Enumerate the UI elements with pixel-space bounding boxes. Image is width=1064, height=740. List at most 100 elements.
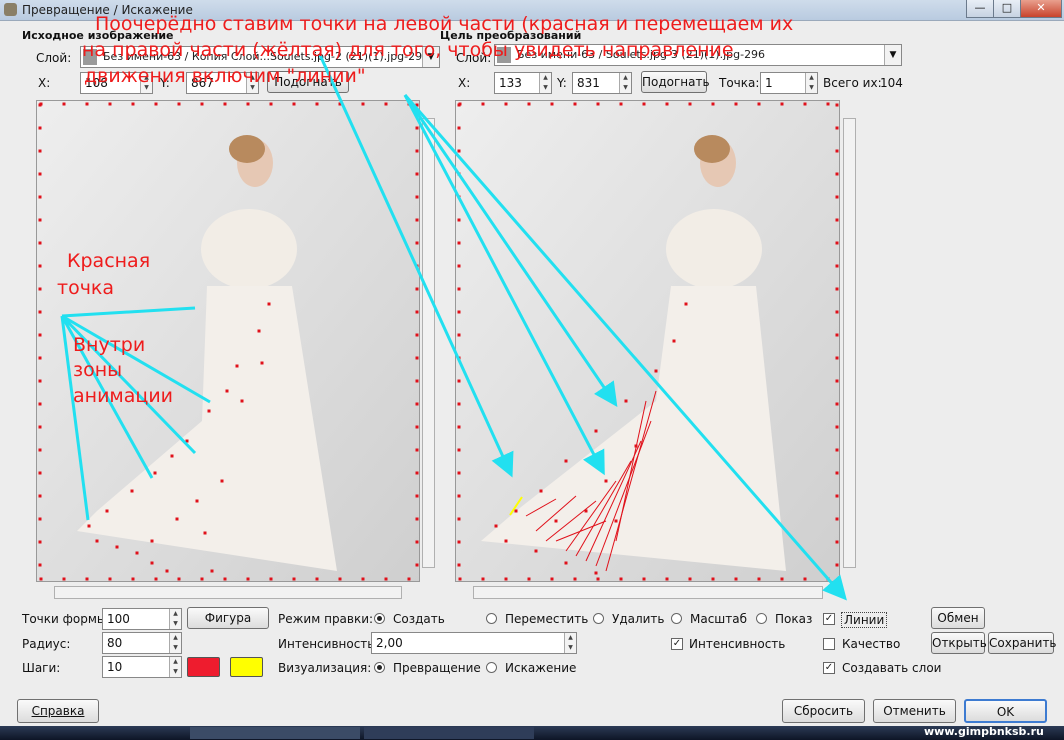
control-point[interactable] [539, 489, 543, 493]
control-point[interactable] [210, 569, 214, 573]
target-image-preview[interactable] [456, 101, 840, 582]
control-point[interactable] [203, 531, 207, 535]
control-point[interactable] [415, 402, 419, 406]
control-point[interactable] [39, 577, 43, 581]
control-point[interactable] [415, 149, 419, 153]
control-point[interactable] [504, 102, 508, 106]
control-point[interactable] [835, 264, 839, 268]
control-point[interactable] [195, 499, 199, 503]
control-point[interactable] [415, 195, 419, 199]
mode-show-radio[interactable] [756, 613, 767, 624]
control-point[interactable] [803, 102, 807, 106]
control-point[interactable] [269, 102, 273, 106]
control-point[interactable] [835, 471, 839, 475]
control-point[interactable] [835, 356, 839, 360]
control-point[interactable] [38, 241, 42, 245]
control-point[interactable] [457, 402, 461, 406]
control-point[interactable] [564, 561, 568, 565]
control-point[interactable] [62, 577, 66, 581]
control-point[interactable] [338, 577, 342, 581]
intensity-input[interactable]: 2,00 ▲ ▼ [371, 632, 577, 654]
control-point[interactable] [573, 102, 577, 106]
control-point[interactable] [835, 540, 839, 544]
control-point[interactable] [554, 519, 558, 523]
control-point[interactable] [835, 333, 839, 337]
control-point[interactable] [315, 577, 319, 581]
control-point[interactable] [135, 551, 139, 555]
control-point[interactable] [654, 369, 658, 373]
control-point[interactable] [415, 448, 419, 452]
control-point[interactable] [85, 102, 89, 106]
control-point[interactable] [415, 471, 419, 475]
control-point[interactable] [38, 103, 42, 107]
control-point[interactable] [504, 577, 508, 581]
control-point[interactable] [457, 517, 461, 521]
control-point[interactable] [165, 569, 169, 573]
control-point[interactable] [835, 563, 839, 567]
control-point[interactable] [185, 439, 189, 443]
target-vertical-scrollbar[interactable] [843, 118, 856, 568]
control-point[interactable] [835, 287, 839, 291]
shape-button[interactable]: Фигура [187, 607, 269, 629]
target-y-input[interactable]: 831 ▲ ▼ [572, 72, 632, 94]
control-point[interactable] [361, 102, 365, 106]
control-point[interactable] [38, 356, 42, 360]
control-point[interactable] [415, 287, 419, 291]
control-point[interactable] [361, 577, 365, 581]
control-point[interactable] [835, 149, 839, 153]
control-point[interactable] [38, 195, 42, 199]
control-point[interactable] [835, 126, 839, 130]
control-point[interactable] [711, 102, 715, 106]
control-point[interactable] [200, 102, 204, 106]
control-point[interactable] [494, 524, 498, 528]
control-point[interactable] [153, 471, 157, 475]
quality-checkbox[interactable] [823, 638, 835, 650]
control-point[interactable] [415, 126, 419, 130]
control-point[interactable] [665, 102, 669, 106]
control-point[interactable] [835, 310, 839, 314]
control-point[interactable] [619, 102, 623, 106]
control-point[interactable] [415, 540, 419, 544]
control-point[interactable] [200, 577, 204, 581]
control-point[interactable] [415, 218, 419, 222]
control-point[interactable] [457, 103, 461, 107]
spin-arrows-icon[interactable]: ▲ ▼ [539, 73, 551, 93]
control-point[interactable] [177, 102, 181, 106]
mode-scale-radio[interactable] [671, 613, 682, 624]
control-point[interactable] [711, 577, 715, 581]
control-point[interactable] [614, 519, 618, 523]
control-point[interactable] [131, 102, 135, 106]
control-point[interactable] [457, 172, 461, 176]
control-point[interactable] [527, 102, 531, 106]
minimize-button[interactable]: — [966, 0, 994, 18]
mode-create-radio[interactable] [374, 613, 385, 624]
control-point[interactable] [415, 264, 419, 268]
control-point[interactable] [458, 577, 462, 581]
mode-delete-radio[interactable] [593, 613, 604, 624]
control-point[interactable] [527, 577, 531, 581]
control-point[interactable] [573, 577, 577, 581]
vis-morph-radio[interactable] [374, 662, 385, 673]
control-point[interactable] [457, 287, 461, 291]
spin-arrows-icon[interactable]: ▲ ▼ [169, 609, 181, 629]
vis-warp-radio[interactable] [486, 662, 497, 673]
control-point[interactable] [415, 241, 419, 245]
control-point[interactable] [684, 302, 688, 306]
control-point[interactable] [38, 379, 42, 383]
create-layers-checkbox[interactable]: ✓ [823, 662, 835, 674]
control-point[interactable] [235, 364, 239, 368]
control-point[interactable] [38, 310, 42, 314]
control-point[interactable] [826, 577, 830, 581]
control-point[interactable] [38, 264, 42, 268]
control-point[interactable] [225, 389, 229, 393]
control-point[interactable] [246, 577, 250, 581]
control-point[interactable] [757, 577, 761, 581]
control-point[interactable] [415, 563, 419, 567]
steps-input[interactable]: 10 ▲ ▼ [102, 656, 182, 678]
control-point[interactable] [257, 329, 261, 333]
control-point[interactable] [514, 509, 518, 513]
source-horizontal-scrollbar[interactable] [54, 586, 402, 599]
close-button[interactable]: ✕ [1020, 0, 1062, 18]
lines-checkbox[interactable]: ✓ [823, 613, 835, 625]
control-point[interactable] [384, 577, 388, 581]
